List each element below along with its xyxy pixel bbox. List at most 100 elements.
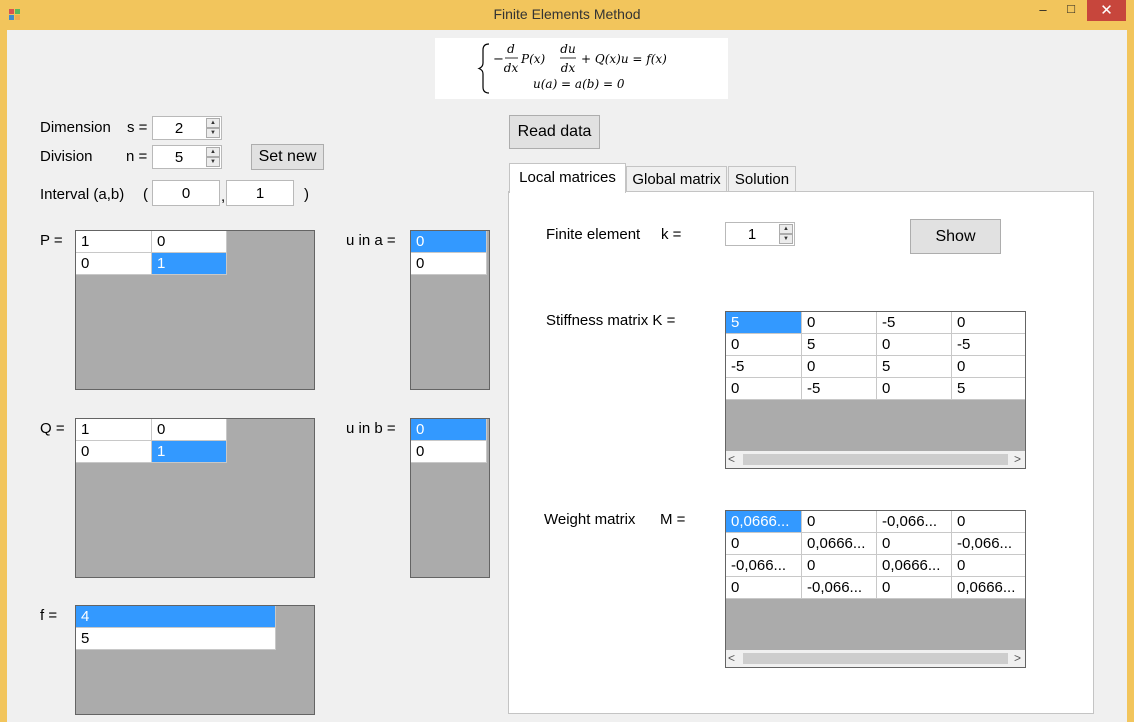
tab-local-matrices[interactable]: Local matrices	[509, 163, 626, 193]
grid-cell[interactable]: -5	[802, 378, 877, 400]
grid-cell[interactable]: -0,066...	[952, 533, 1025, 555]
minimize-icon[interactable]: –	[1030, 2, 1056, 24]
grid-cell[interactable]: 0	[411, 253, 487, 275]
grid-cell[interactable]: 0	[726, 378, 802, 400]
grid-cell[interactable]: 0	[726, 334, 802, 356]
grid-cell[interactable]: 1	[152, 441, 227, 463]
svg-text:d: d	[507, 42, 515, 56]
scrollbar-thumb[interactable]	[743, 653, 1008, 664]
read-data-button[interactable]: Read data	[509, 115, 600, 149]
spin-up-icon[interactable]: ▲	[206, 147, 220, 157]
weight-matrix-grid[interactable]: 0,0666... 0 -0,066... 0 0 0,0666... 0 -0…	[725, 510, 1026, 668]
svg-text:P(x): P(x)	[520, 52, 546, 66]
grid-cell[interactable]: 1	[152, 253, 227, 275]
grid-cell[interactable]: 0	[726, 533, 802, 555]
grid-cell[interactable]: 0	[802, 511, 877, 533]
grid-cell[interactable]: 0	[877, 533, 952, 555]
tab-solution[interactable]: Solution	[728, 166, 796, 192]
grid-cell[interactable]: 0	[802, 356, 877, 378]
grid-cell[interactable]: 0	[152, 419, 227, 441]
grid-cell[interactable]: 0	[802, 555, 877, 577]
ub-grid[interactable]: 0 0	[410, 418, 490, 578]
grid-cell[interactable]: 5	[802, 334, 877, 356]
s-label: s =	[127, 119, 148, 136]
grid-cell[interactable]: -0,066...	[726, 555, 802, 577]
grid-cell[interactable]: 0	[726, 577, 802, 599]
ua-grid[interactable]: 0 0	[410, 230, 490, 390]
p-matrix-grid[interactable]: 1 0 0 1	[75, 230, 315, 390]
grid-cell[interactable]: 0	[877, 378, 952, 400]
finite-element-value[interactable]: 1	[726, 226, 778, 243]
horizontal-scrollbar[interactable]: < >	[726, 451, 1025, 468]
horizontal-scrollbar[interactable]: < >	[726, 650, 1025, 667]
set-new-button[interactable]: Set new	[251, 144, 324, 170]
grid-cell[interactable]: 0,0666...	[952, 577, 1025, 599]
grid-cell[interactable]: 5	[726, 312, 802, 334]
spinner-arrows[interactable]: ▲ ▼	[206, 147, 220, 167]
spinner-arrows[interactable]: ▲ ▼	[779, 224, 793, 244]
grid-cell[interactable]: 1	[76, 231, 152, 253]
scrollbar-thumb[interactable]	[743, 454, 1008, 465]
f-vector-grid[interactable]: 4 5	[75, 605, 315, 715]
spinner-arrows[interactable]: ▲ ▼	[206, 118, 220, 138]
close-icon[interactable]: ✕	[1087, 0, 1126, 21]
scroll-left-icon[interactable]: <	[728, 452, 735, 466]
dimension-spinner[interactable]: 2 ▲ ▼	[152, 116, 222, 140]
grid-cell[interactable]: 0	[76, 253, 152, 275]
show-button[interactable]: Show	[910, 219, 1001, 254]
division-value[interactable]: 5	[153, 149, 205, 166]
grid-cell[interactable]: 5	[877, 356, 952, 378]
division-spinner[interactable]: 5 ▲ ▼	[152, 145, 222, 169]
grid-cell[interactable]: 0,0666...	[802, 533, 877, 555]
interval-label: Interval (a,b)	[40, 186, 125, 203]
grid-cell[interactable]: 5	[76, 628, 276, 650]
grid-cell[interactable]: 0,0666...	[726, 511, 802, 533]
spin-down-icon[interactable]: ▼	[779, 234, 793, 244]
grid-cell[interactable]: 0	[411, 231, 487, 253]
stiffness-matrix-grid[interactable]: 5 0 -5 0 0 5 0 -5 -5 0 5 0 0 -5 0 5 < >	[725, 311, 1026, 469]
grid-cell[interactable]: 0	[952, 312, 1025, 334]
m-label: M =	[660, 511, 686, 528]
dimension-value[interactable]: 2	[153, 120, 205, 137]
spin-up-icon[interactable]: ▲	[779, 224, 793, 234]
grid-cell[interactable]: 0	[877, 577, 952, 599]
grid-cell[interactable]: 0	[76, 441, 152, 463]
grid-cell[interactable]: 0	[952, 511, 1025, 533]
grid-cell[interactable]: 0	[411, 441, 487, 463]
grid-cell[interactable]: 5	[952, 378, 1025, 400]
grid-cell[interactable]: 1	[76, 419, 152, 441]
grid-cell[interactable]: 0	[411, 419, 487, 441]
tab-global-matrix[interactable]: Global matrix	[626, 166, 727, 192]
grid-cell[interactable]: -0,066...	[802, 577, 877, 599]
equation-graphic: − d dx P(x) du dx + Q(x)u = f(x) u(a) = …	[477, 42, 667, 94]
scroll-right-icon[interactable]: >	[1014, 452, 1021, 466]
finite-element-label: Finite element	[546, 226, 641, 243]
grid-cell[interactable]: 0,0666...	[877, 555, 952, 577]
k-label: k =	[661, 226, 682, 243]
q-label: Q =	[40, 420, 65, 437]
division-label: Division	[40, 148, 93, 165]
interval-a-input[interactable]: 0	[152, 180, 220, 206]
maximize-icon[interactable]: □	[1058, 1, 1084, 23]
grid-cell[interactable]: -5	[952, 334, 1025, 356]
interval-close-paren: )	[304, 186, 309, 203]
grid-cell[interactable]: 0	[877, 334, 952, 356]
spin-up-icon[interactable]: ▲	[206, 118, 220, 128]
grid-cell[interactable]: -5	[726, 356, 802, 378]
finite-element-spinner[interactable]: 1 ▲ ▼	[725, 222, 795, 246]
q-matrix-grid[interactable]: 1 0 0 1	[75, 418, 315, 578]
grid-cell[interactable]: 0	[952, 555, 1025, 577]
scroll-right-icon[interactable]: >	[1014, 651, 1021, 665]
grid-cell[interactable]: 0	[952, 356, 1025, 378]
spin-down-icon[interactable]: ▼	[206, 128, 220, 138]
grid-cell[interactable]: 0	[152, 231, 227, 253]
spin-down-icon[interactable]: ▼	[206, 157, 220, 167]
grid-cell[interactable]: -0,066...	[877, 511, 952, 533]
interval-b-input[interactable]: 1	[226, 180, 294, 206]
svg-text:du: du	[560, 42, 575, 56]
grid-cell[interactable]: 4	[76, 606, 276, 628]
grid-cell[interactable]: 0	[802, 312, 877, 334]
scroll-left-icon[interactable]: <	[728, 651, 735, 665]
svg-text:+ Q(x)u = f(x): + Q(x)u = f(x)	[581, 52, 667, 66]
grid-cell[interactable]: -5	[877, 312, 952, 334]
